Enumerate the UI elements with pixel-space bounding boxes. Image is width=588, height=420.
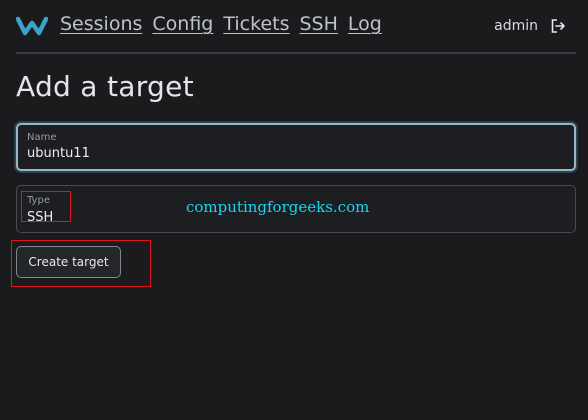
watermark-text: computingforgeeks.com (186, 198, 370, 216)
create-target-button[interactable]: Create target (16, 246, 121, 278)
nav-ssh-link[interactable]: SSH (300, 13, 338, 35)
logout-icon[interactable] (550, 18, 566, 34)
user-menu: admin (494, 18, 566, 34)
username-label: admin (494, 18, 538, 34)
type-select-value[interactable]: SSH (27, 210, 53, 225)
nav-sessions-link[interactable]: Sessions (60, 13, 142, 35)
type-annotation-box: Type SSH (21, 191, 71, 225)
warpgate-logo-icon[interactable] (16, 14, 48, 38)
name-input[interactable] (27, 146, 557, 161)
page: Sessions Config Tickets SSH Log admin Ad… (0, 0, 588, 420)
page-title: Add a target (16, 70, 194, 103)
top-bar: Sessions Config Tickets SSH Log admin (16, 0, 576, 54)
nav-log-link[interactable]: Log (348, 13, 382, 35)
nav-tickets-link[interactable]: Tickets (223, 13, 289, 35)
main-nav: Sessions Config Tickets SSH Log (60, 13, 382, 35)
type-field-label: Type (27, 195, 50, 206)
name-field[interactable]: Name (16, 123, 576, 171)
name-field-label: Name (27, 132, 57, 143)
nav-config-link[interactable]: Config (152, 13, 213, 35)
